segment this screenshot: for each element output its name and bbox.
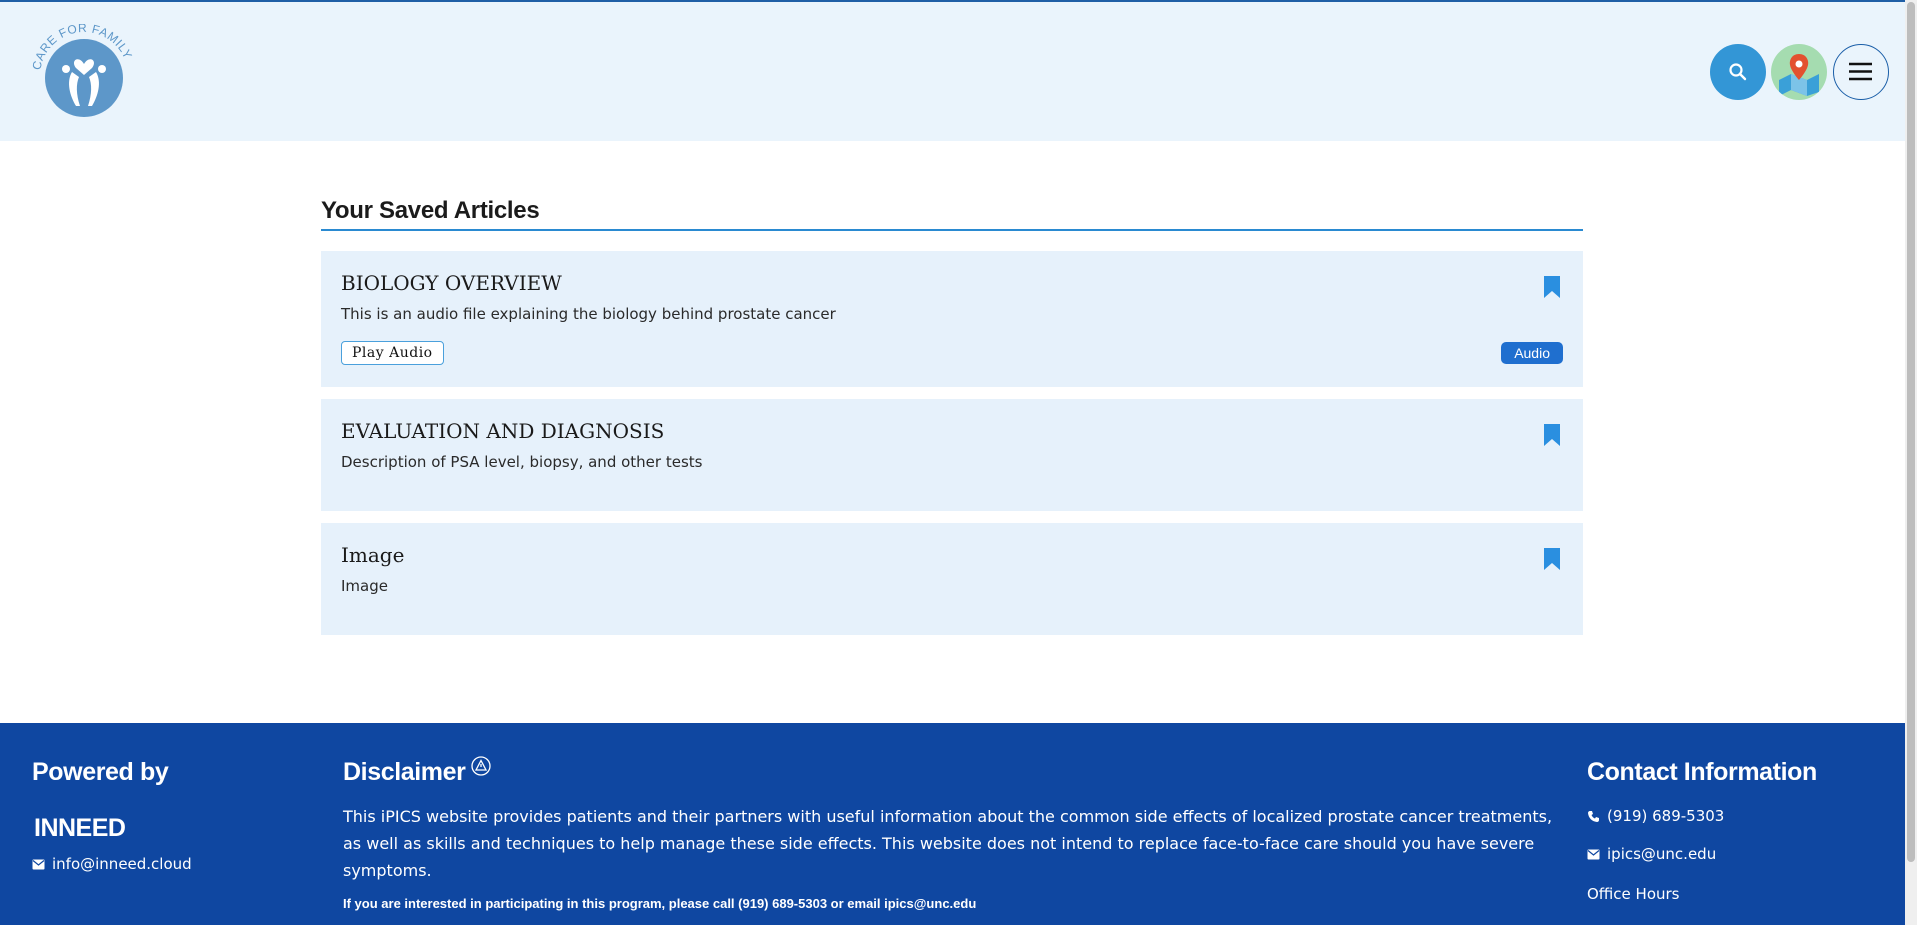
- disclaimer-title: Disclaimer: [343, 758, 466, 786]
- page-scrollbar[interactable]: [1905, 0, 1917, 925]
- bookmark-icon[interactable]: [1543, 275, 1561, 299]
- office-hours-label: Office Hours: [1587, 885, 1680, 903]
- site-footer: Powered by INNEED info@inneed.cloud Disc…: [0, 723, 1905, 925]
- article-title[interactable]: BIOLOGY OVERVIEW: [341, 271, 1563, 295]
- search-button[interactable]: [1710, 44, 1766, 100]
- powered-by-email[interactable]: info@inneed.cloud: [52, 855, 192, 873]
- article-description: Description of PSA level, biopsy, and ot…: [341, 453, 703, 471]
- map-pin-icon: [1779, 54, 1819, 96]
- article-description: This is an audio file explaining the bio…: [341, 305, 836, 323]
- hamburger-icon: [1849, 62, 1872, 81]
- contact-title: Contact Information: [1587, 758, 1817, 786]
- article-card[interactable]: Image Image: [321, 523, 1583, 635]
- menu-button[interactable]: [1833, 44, 1889, 100]
- participation-note: If you are interested in participating i…: [343, 896, 977, 911]
- article-actions: Play Audio Audio: [341, 341, 1563, 367]
- powered-by-section: Powered by INNEED info@inneed.cloud: [32, 758, 292, 873]
- contact-phone-row[interactable]: (919) 689-5303: [1587, 807, 1887, 825]
- search-icon: [1729, 63, 1747, 81]
- inneed-logo[interactable]: INNEED: [32, 809, 292, 843]
- site-header: CARE FOR FAMILY: [0, 0, 1905, 141]
- disclaimer-section: Disclaimer This iPICS website provides p…: [343, 756, 1563, 911]
- powered-by-email-row[interactable]: info@inneed.cloud: [32, 855, 292, 873]
- media-type-badge: Audio: [1501, 342, 1563, 364]
- powered-by-title: Powered by: [32, 758, 169, 786]
- care-for-family-logo[interactable]: CARE FOR FAMILY: [29, 21, 136, 120]
- article-title[interactable]: Image: [341, 543, 1563, 567]
- warning-icon: [471, 756, 492, 776]
- contact-section: Contact Information (919) 689-5303 ipics…: [1587, 758, 1887, 903]
- page-title: Your Saved Articles: [321, 197, 1583, 231]
- scrollbar-thumb[interactable]: [1907, 2, 1915, 862]
- saved-articles-section: Your Saved Articles BIOLOGY OVERVIEW Thi…: [321, 141, 1583, 635]
- article-card[interactable]: BIOLOGY OVERVIEW This is an audio file e…: [321, 251, 1583, 387]
- inneed-logo-text: INNEED: [34, 814, 125, 842]
- phone-icon: [1588, 810, 1599, 822]
- contact-email[interactable]: ipics@unc.edu: [1607, 845, 1716, 863]
- bookmark-icon[interactable]: [1543, 547, 1561, 571]
- map-button[interactable]: [1771, 44, 1827, 100]
- play-audio-button[interactable]: Play Audio: [341, 341, 444, 365]
- bookmark-icon[interactable]: [1543, 423, 1561, 447]
- article-card[interactable]: EVALUATION AND DIAGNOSIS Description of …: [321, 399, 1583, 511]
- contact-phone[interactable]: (919) 689-5303: [1607, 807, 1724, 825]
- contact-email-row[interactable]: ipics@unc.edu: [1587, 845, 1887, 863]
- disclaimer-text: This iPICS website provides patients and…: [343, 807, 1553, 880]
- article-description: Image: [341, 577, 388, 595]
- mail-icon: [1587, 849, 1600, 859]
- article-title[interactable]: EVALUATION AND DIAGNOSIS: [341, 419, 1563, 443]
- mail-icon: [32, 859, 45, 869]
